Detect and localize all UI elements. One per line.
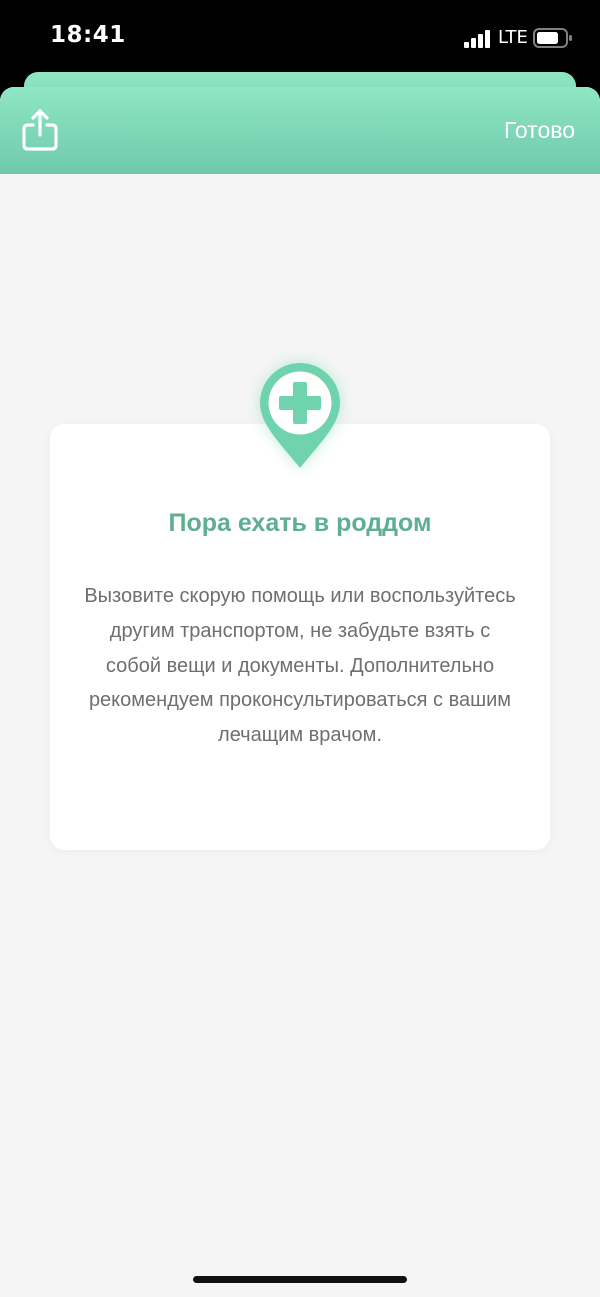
modal-sheet: Готово Пора ехать в роддом Вызовите скор… bbox=[0, 87, 600, 1297]
share-icon[interactable] bbox=[20, 105, 60, 153]
nav-bar: Готово bbox=[0, 87, 600, 174]
signal-bars-icon bbox=[464, 30, 490, 48]
medical-location-pin-icon bbox=[260, 363, 340, 468]
done-button[interactable]: Готово bbox=[504, 117, 575, 144]
battery-icon bbox=[533, 28, 572, 48]
card-title: Пора ехать в роддом bbox=[168, 509, 432, 537]
network-label: LTE bbox=[498, 27, 528, 48]
status-time: 18:41 bbox=[50, 22, 126, 48]
card-body-text: Вызовите скорую помощь или воспользуйтес… bbox=[84, 585, 516, 747]
home-indicator bbox=[193, 1276, 407, 1283]
